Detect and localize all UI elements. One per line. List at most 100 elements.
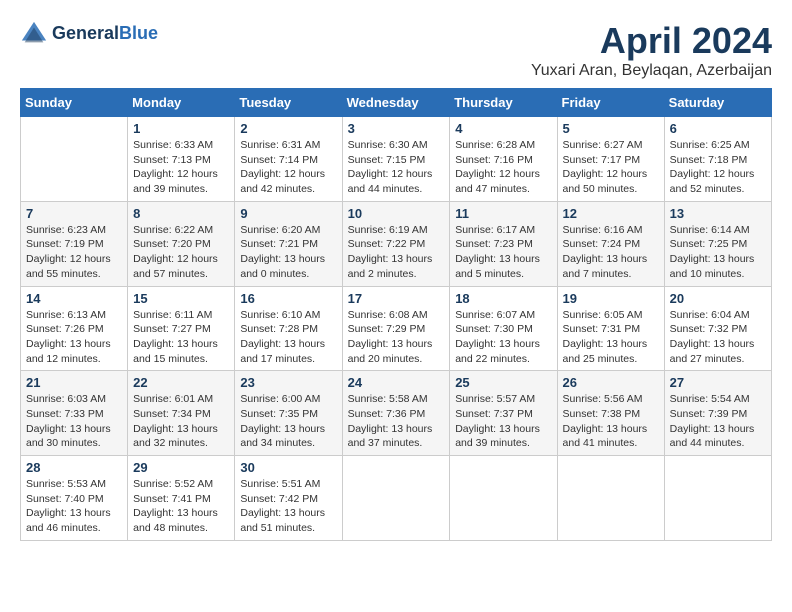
calendar-week-row: 7Sunrise: 6:23 AMSunset: 7:19 PMDaylight… (21, 201, 772, 286)
day-info: Sunrise: 6:01 AMSunset: 7:34 PMDaylight:… (133, 392, 229, 451)
day-info: Sunrise: 5:52 AMSunset: 7:41 PMDaylight:… (133, 477, 229, 536)
weekday-header-sunday: Sunday (21, 89, 128, 117)
weekday-header-saturday: Saturday (664, 89, 771, 117)
day-number: 6 (670, 121, 766, 136)
day-info: Sunrise: 6:13 AMSunset: 7:26 PMDaylight:… (26, 308, 122, 367)
day-number: 2 (240, 121, 336, 136)
day-number: 3 (348, 121, 445, 136)
calendar-cell (342, 456, 450, 541)
day-info: Sunrise: 5:58 AMSunset: 7:36 PMDaylight:… (348, 392, 445, 451)
calendar-week-row: 14 Sunrise: 6:13 AMSunset: 7:26 PMDayligh… (21, 286, 772, 371)
day-info: Sunrise: 6:08 AMSunset: 7:29 PMDaylight:… (348, 308, 445, 367)
weekday-header-tuesday: Tuesday (235, 89, 342, 117)
day-info: Sunrise: 6:14 AMSunset: 7:25 PMDaylight:… (670, 223, 766, 282)
calendar-body: 1 Sunrise: 6:33 AMSunset: 7:13 PMDaylight… (21, 117, 772, 541)
calendar-cell: 16Sunrise: 6:10 AMSunset: 7:28 PMDayligh… (235, 286, 342, 371)
day-info: Sunrise: 5:51 AMSunset: 7:42 PMDaylight:… (240, 477, 336, 536)
day-number: 22 (133, 375, 229, 390)
calendar-cell: 18Sunrise: 6:07 AMSunset: 7:30 PMDayligh… (450, 286, 557, 371)
calendar-cell: 24Sunrise: 5:58 AMSunset: 7:36 PMDayligh… (342, 371, 450, 456)
calendar-cell (557, 456, 664, 541)
calendar-cell: 28 Sunrise: 5:53 AMSunset: 7:40 PMDayligh… (21, 456, 128, 541)
calendar-cell: 1 Sunrise: 6:33 AMSunset: 7:13 PMDaylight… (128, 117, 235, 202)
day-number: 10 (348, 206, 445, 221)
main-title: April 2024 (531, 20, 772, 62)
day-info: Sunrise: 5:56 AMSunset: 7:38 PMDaylight:… (563, 392, 659, 451)
day-info: Sunrise: 6:10 AMSunset: 7:28 PMDaylight:… (240, 308, 336, 367)
calendar-cell: 27 Sunrise: 5:54 AMSunset: 7:39 PMDayligh… (664, 371, 771, 456)
day-number: 28 (26, 460, 122, 475)
day-number: 12 (563, 206, 659, 221)
calendar-week-row: 21 Sunrise: 6:03 AMSunset: 7:33 PMDayligh… (21, 371, 772, 456)
day-number: 27 (670, 375, 766, 390)
day-number: 15 (133, 291, 229, 306)
calendar-cell: 11 Sunrise: 6:17 AMSunset: 7:23 PMDayligh… (450, 201, 557, 286)
day-info: Sunrise: 6:19 AMSunset: 7:22 PMDaylight:… (348, 223, 445, 282)
weekday-header-row: SundayMondayTuesdayWednesdayThursdayFrid… (21, 89, 772, 117)
day-number: 8 (133, 206, 229, 221)
calendar-cell (21, 117, 128, 202)
day-info: Sunrise: 6:31 AMSunset: 7:14 PMDaylight:… (240, 138, 336, 197)
day-number: 14 (26, 291, 122, 306)
calendar-cell: 21 Sunrise: 6:03 AMSunset: 7:33 PMDayligh… (21, 371, 128, 456)
calendar-cell: 14 Sunrise: 6:13 AMSunset: 7:26 PMDayligh… (21, 286, 128, 371)
day-number: 9 (240, 206, 336, 221)
day-info: Sunrise: 6:03 AMSunset: 7:33 PMDaylight:… (26, 392, 122, 451)
calendar-cell: 23Sunrise: 6:00 AMSunset: 7:35 PMDayligh… (235, 371, 342, 456)
calendar-cell: 10 Sunrise: 6:19 AMSunset: 7:22 PMDayligh… (342, 201, 450, 286)
calendar-week-row: 1 Sunrise: 6:33 AMSunset: 7:13 PMDaylight… (21, 117, 772, 202)
calendar-cell: 6 Sunrise: 6:25 AMSunset: 7:18 PMDaylight… (664, 117, 771, 202)
calendar-cell: 29 Sunrise: 5:52 AMSunset: 7:41 PMDayligh… (128, 456, 235, 541)
header: GeneralBlue April 2024 Yuxari Aran, Beyl… (20, 20, 772, 80)
day-number: 26 (563, 375, 659, 390)
day-number: 23 (240, 375, 336, 390)
day-info: Sunrise: 6:30 AMSunset: 7:15 PMDaylight:… (348, 138, 445, 197)
logo: GeneralBlue (20, 20, 158, 48)
calendar-cell: 2 Sunrise: 6:31 AMSunset: 7:14 PMDaylight… (235, 117, 342, 202)
calendar-cell: 15 Sunrise: 6:11 AMSunset: 7:27 PMDayligh… (128, 286, 235, 371)
day-info: Sunrise: 6:05 AMSunset: 7:31 PMDaylight:… (563, 308, 659, 367)
day-info: Sunrise: 6:16 AMSunset: 7:24 PMDaylight:… (563, 223, 659, 282)
calendar-cell: 19 Sunrise: 6:05 AMSunset: 7:31 PMDayligh… (557, 286, 664, 371)
day-number: 30 (240, 460, 336, 475)
calendar-cell (664, 456, 771, 541)
calendar-cell: 17Sunrise: 6:08 AMSunset: 7:29 PMDayligh… (342, 286, 450, 371)
day-number: 21 (26, 375, 122, 390)
day-info: Sunrise: 6:25 AMSunset: 7:18 PMDaylight:… (670, 138, 766, 197)
day-info: Sunrise: 5:53 AMSunset: 7:40 PMDaylight:… (26, 477, 122, 536)
day-info: Sunrise: 6:07 AMSunset: 7:30 PMDaylight:… (455, 308, 551, 367)
day-number: 1 (133, 121, 229, 136)
calendar-header: SundayMondayTuesdayWednesdayThursdayFrid… (21, 89, 772, 117)
calendar-cell: 26 Sunrise: 5:56 AMSunset: 7:38 PMDayligh… (557, 371, 664, 456)
weekday-header-thursday: Thursday (450, 89, 557, 117)
day-number: 5 (563, 121, 659, 136)
subtitle: Yuxari Aran, Beylaqan, Azerbaijan (531, 62, 772, 80)
calendar-cell: 25Sunrise: 5:57 AMSunset: 7:37 PMDayligh… (450, 371, 557, 456)
day-number: 19 (563, 291, 659, 306)
logo-text-general: GeneralBlue (52, 23, 158, 45)
calendar-cell: 9 Sunrise: 6:20 AMSunset: 7:21 PMDaylight… (235, 201, 342, 286)
day-number: 29 (133, 460, 229, 475)
title-section: April 2024 Yuxari Aran, Beylaqan, Azerba… (531, 20, 772, 80)
day-info: Sunrise: 6:20 AMSunset: 7:21 PMDaylight:… (240, 223, 336, 282)
day-info: Sunrise: 6:33 AMSunset: 7:13 PMDaylight:… (133, 138, 229, 197)
calendar-cell: 20Sunrise: 6:04 AMSunset: 7:32 PMDayligh… (664, 286, 771, 371)
day-info: Sunrise: 6:28 AMSunset: 7:16 PMDaylight:… (455, 138, 551, 197)
day-info: Sunrise: 6:11 AMSunset: 7:27 PMDaylight:… (133, 308, 229, 367)
day-number: 11 (455, 206, 551, 221)
calendar-cell: 4Sunrise: 6:28 AMSunset: 7:16 PMDaylight… (450, 117, 557, 202)
day-number: 13 (670, 206, 766, 221)
day-info: Sunrise: 5:54 AMSunset: 7:39 PMDaylight:… (670, 392, 766, 451)
day-number: 7 (26, 206, 122, 221)
calendar-cell: 3 Sunrise: 6:30 AMSunset: 7:15 PMDaylight… (342, 117, 450, 202)
calendar-week-row: 28 Sunrise: 5:53 AMSunset: 7:40 PMDayligh… (21, 456, 772, 541)
calendar-cell: 7Sunrise: 6:23 AMSunset: 7:19 PMDaylight… (21, 201, 128, 286)
weekday-header-monday: Monday (128, 89, 235, 117)
weekday-header-wednesday: Wednesday (342, 89, 450, 117)
day-info: Sunrise: 6:22 AMSunset: 7:20 PMDaylight:… (133, 223, 229, 282)
day-info: Sunrise: 6:17 AMSunset: 7:23 PMDaylight:… (455, 223, 551, 282)
calendar-cell: 12 Sunrise: 6:16 AMSunset: 7:24 PMDayligh… (557, 201, 664, 286)
logo-icon (20, 20, 48, 48)
weekday-header-friday: Friday (557, 89, 664, 117)
calendar-cell (450, 456, 557, 541)
